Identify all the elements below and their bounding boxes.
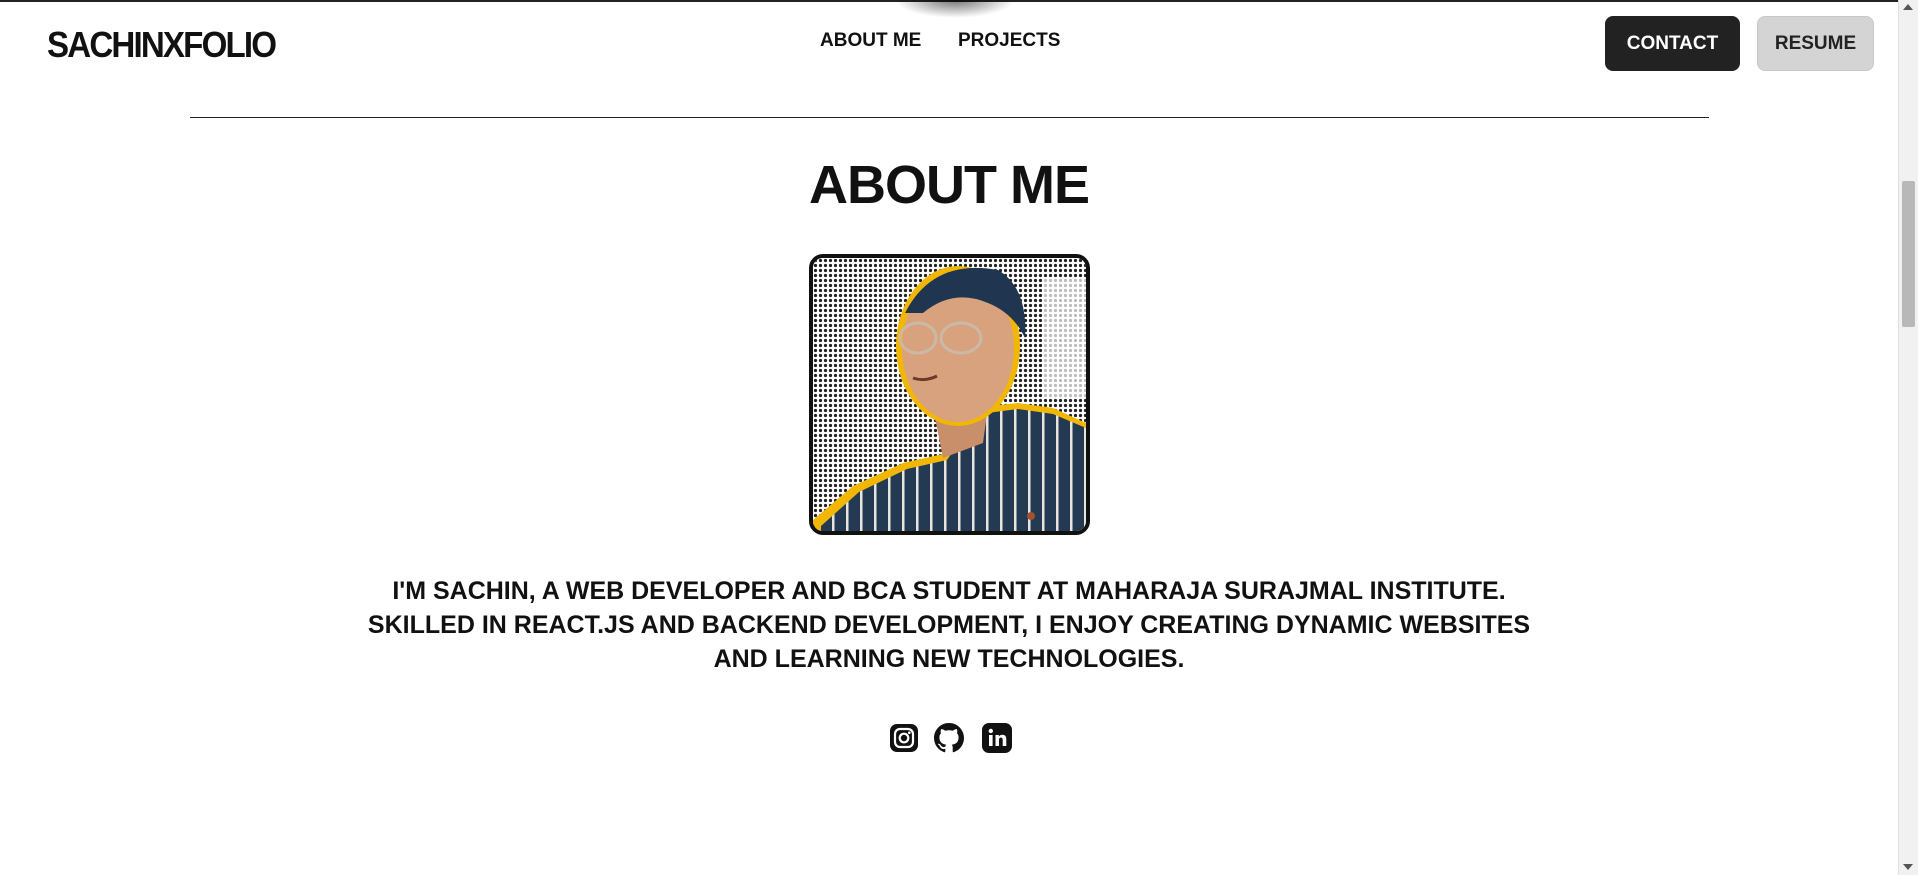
nav-link-projects[interactable]: PROJECTS [958, 30, 1060, 52]
instagram-icon [890, 724, 918, 752]
profile-photo [809, 254, 1090, 535]
bio-line: I'M SACHIN, A WEB DEVELOPER AND BCA STUD… [392, 577, 1506, 605]
linkedin-icon [982, 723, 1012, 753]
github-icon [934, 723, 964, 753]
github-link[interactable] [932, 721, 966, 755]
bio-text: I'M SACHIN, A WEB DEVELOPER AND BCA STUD… [300, 574, 1598, 676]
scrollbar-thumb[interactable] [1902, 181, 1915, 327]
nav-shadow [895, 0, 1015, 18]
nav-link-about-me[interactable]: ABOUT ME [820, 30, 921, 52]
resume-button[interactable]: RESUME [1757, 16, 1874, 71]
scroll-up-arrow-icon[interactable] [1903, 4, 1913, 10]
profile-photo-illustration [813, 258, 1086, 531]
linkedin-link[interactable] [980, 721, 1014, 755]
bio-line: SKILLED IN REACT.JS AND BACKEND DEVELOPM… [367, 611, 1531, 639]
bio-line: AND LEARNING NEW TECHNOLOGIES. [713, 645, 1185, 673]
instagram-link[interactable] [887, 721, 921, 755]
section-divider [190, 117, 1709, 118]
scroll-down-arrow-icon[interactable] [1903, 864, 1913, 870]
page-scrollbar[interactable] [1898, 0, 1918, 875]
contact-button[interactable]: CONTACT [1605, 16, 1740, 71]
about-title: ABOUT ME [809, 155, 1090, 215]
